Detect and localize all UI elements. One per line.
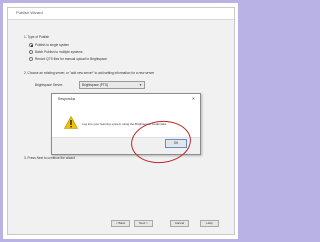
screenshot-frame: Publish Wizard 1. Type of Publish Publis… [3,3,238,239]
step1-heading: 1. Type of Publish [24,35,50,39]
server-select-value: Brightspace (PTS) [82,83,109,87]
option-record-files-label: Record QTS files for manual upload to Br… [35,57,107,61]
option-single-system-label: Publish to single system [35,43,70,47]
server-select[interactable]: Brightspace (PTS) ▼ [79,81,145,89]
server-label: Brightspace Server: [35,83,63,87]
next-button[interactable]: Next > [134,220,153,227]
step3-heading: 3. Press Next to continue the wizard [24,156,76,160]
chevron-down-icon: ▼ [139,83,142,87]
radio-single-system[interactable] [29,43,33,47]
cancel-button[interactable]: Cancel [170,220,189,227]
warning-icon [64,116,78,129]
radio-batch-publish[interactable] [29,50,33,54]
radio-record-files[interactable] [29,57,33,61]
close-icon[interactable]: ✕ [192,96,195,101]
dialog-title: Respondus [58,97,76,101]
step2-heading: 2. Choose an existing server, or "add ne… [24,71,155,75]
option-batch-publish-label: Batch Publish to multiple systems [35,50,83,54]
wizard-titlebar: Publish Wizard [8,8,234,20]
wizard-title: Publish Wizard [16,10,43,15]
back-button[interactable]: < Back [111,220,130,227]
help-button[interactable]: Help [200,220,219,227]
